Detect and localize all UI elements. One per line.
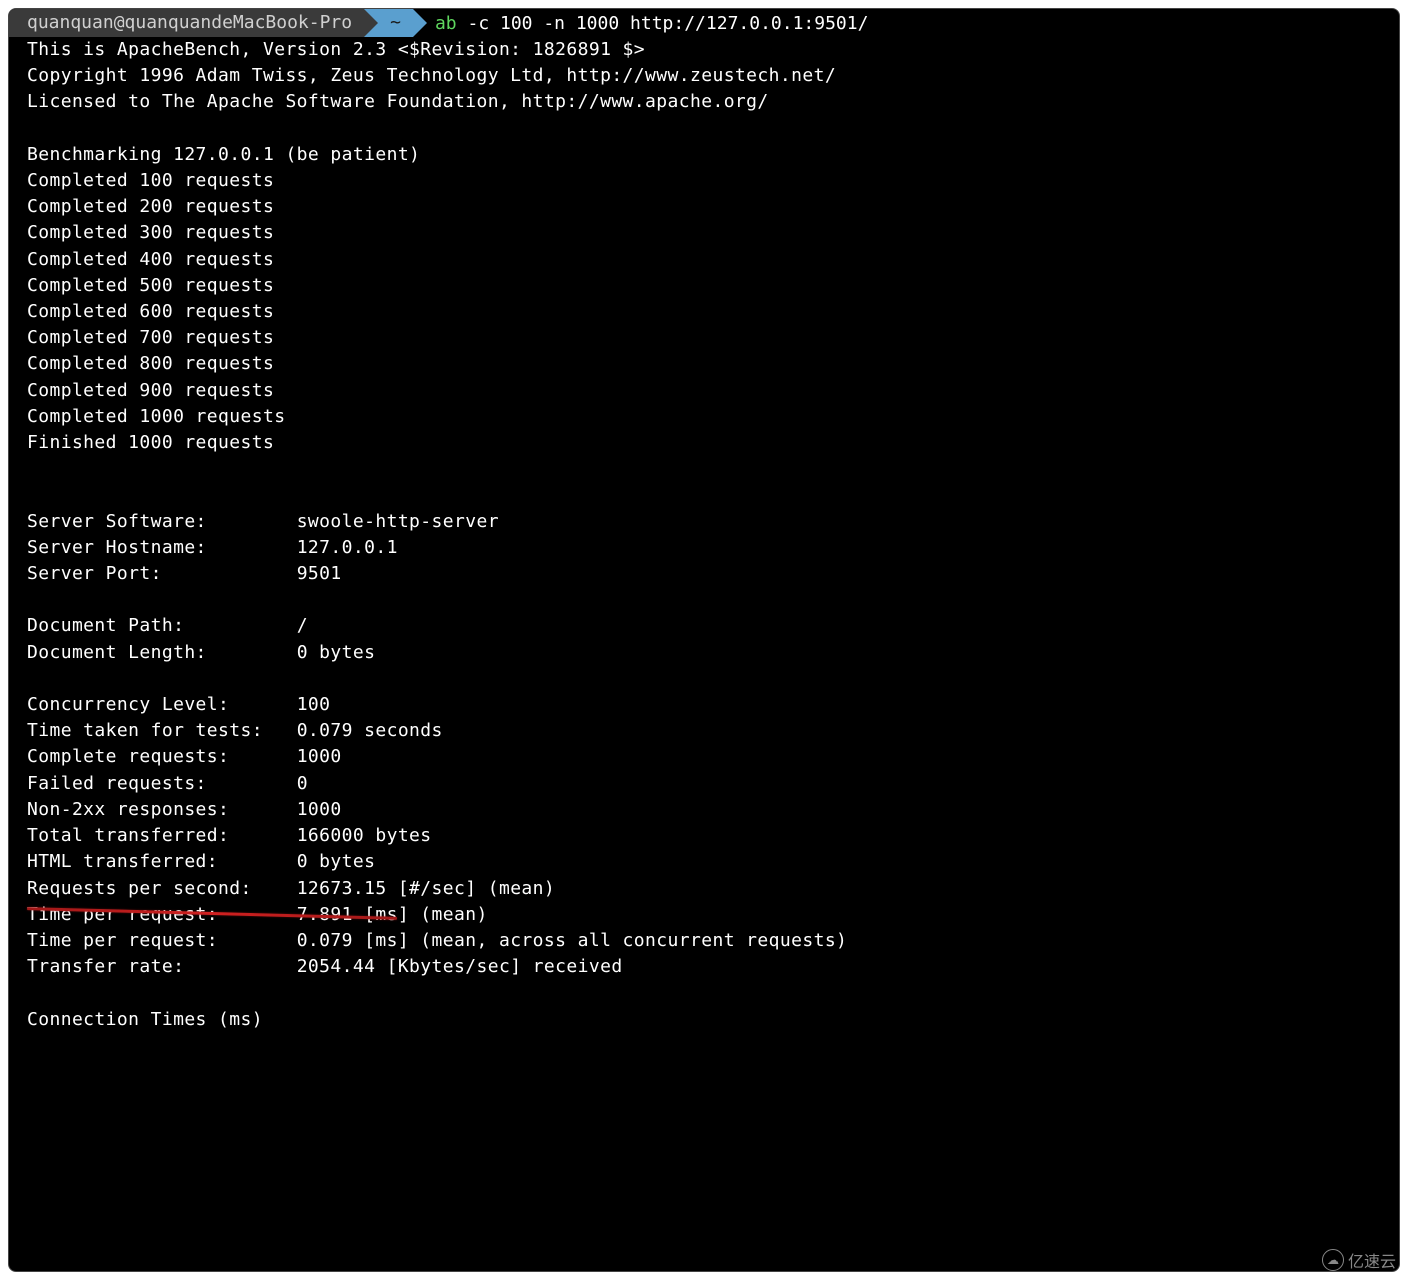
server-software: Server Software: swoole-http-server bbox=[9, 509, 1399, 535]
watermark: ☁ 亿速云 bbox=[1322, 1248, 1396, 1272]
output-line: Completed 100 requests bbox=[9, 168, 1399, 194]
output-line: Finished 1000 requests bbox=[9, 430, 1399, 456]
non-2xx-responses: Non-2xx responses: 1000 bbox=[9, 797, 1399, 823]
output-line: This is ApacheBench, Version 2.3 <$Revis… bbox=[9, 37, 1399, 63]
html-transferred: HTML transferred: 0 bytes bbox=[9, 849, 1399, 875]
output-line: Completed 500 requests bbox=[9, 273, 1399, 299]
failed-requests: Failed requests: 0 bbox=[9, 771, 1399, 797]
server-port: Server Port: 9501 bbox=[9, 561, 1399, 587]
concurrency-level: Concurrency Level: 100 bbox=[9, 692, 1399, 718]
output-line: Completed 700 requests bbox=[9, 325, 1399, 351]
total-transferred: Total transferred: 166000 bytes bbox=[9, 823, 1399, 849]
output-line bbox=[9, 482, 1399, 508]
document-length: Document Length: 0 bytes bbox=[9, 640, 1399, 666]
output-line bbox=[9, 116, 1399, 142]
watermark-text: 亿速云 bbox=[1348, 1248, 1396, 1272]
prompt-host: quanquan@quanquandeMacBook-Pro bbox=[9, 9, 364, 37]
output-line: Completed 300 requests bbox=[9, 220, 1399, 246]
output-line: Completed 900 requests bbox=[9, 378, 1399, 404]
output-line: Completed 600 requests bbox=[9, 299, 1399, 325]
command-args: -c 100 -n 1000 http://127.0.0.1:9501/ bbox=[457, 13, 869, 34]
output-line bbox=[9, 587, 1399, 613]
output-line: Licensed to The Apache Software Foundati… bbox=[9, 89, 1399, 115]
output-line: Completed 200 requests bbox=[9, 194, 1399, 220]
output-line: Completed 400 requests bbox=[9, 247, 1399, 273]
output-line: Completed 800 requests bbox=[9, 351, 1399, 377]
terminal-window[interactable]: quanquan@quanquandeMacBook-Pro ~ ab -c 1… bbox=[8, 8, 1400, 1272]
prompt-line[interactable]: quanquan@quanquandeMacBook-Pro ~ ab -c 1… bbox=[9, 9, 1399, 37]
output-line bbox=[9, 980, 1399, 1006]
output-line: Copyright 1996 Adam Twiss, Zeus Technolo… bbox=[9, 63, 1399, 89]
requests-per-second: Requests per second: 12673.15 [#/sec] (m… bbox=[9, 876, 1399, 902]
server-hostname: Server Hostname: 127.0.0.1 bbox=[9, 535, 1399, 561]
cloud-icon: ☁ bbox=[1322, 1249, 1344, 1271]
connection-times-header: Connection Times (ms) bbox=[9, 1007, 1399, 1033]
transfer-rate: Transfer rate: 2054.44 [Kbytes/sec] rece… bbox=[9, 954, 1399, 980]
output-line: Benchmarking 127.0.0.1 (be patient) bbox=[9, 142, 1399, 168]
time-taken: Time taken for tests: 0.079 seconds bbox=[9, 718, 1399, 744]
output-line: Completed 1000 requests bbox=[9, 404, 1399, 430]
time-per-request-2: Time per request: 0.079 [ms] (mean, acro… bbox=[9, 928, 1399, 954]
output-line bbox=[9, 666, 1399, 692]
output-line bbox=[9, 456, 1399, 482]
document-path: Document Path: / bbox=[9, 613, 1399, 639]
complete-requests: Complete requests: 1000 bbox=[9, 744, 1399, 770]
